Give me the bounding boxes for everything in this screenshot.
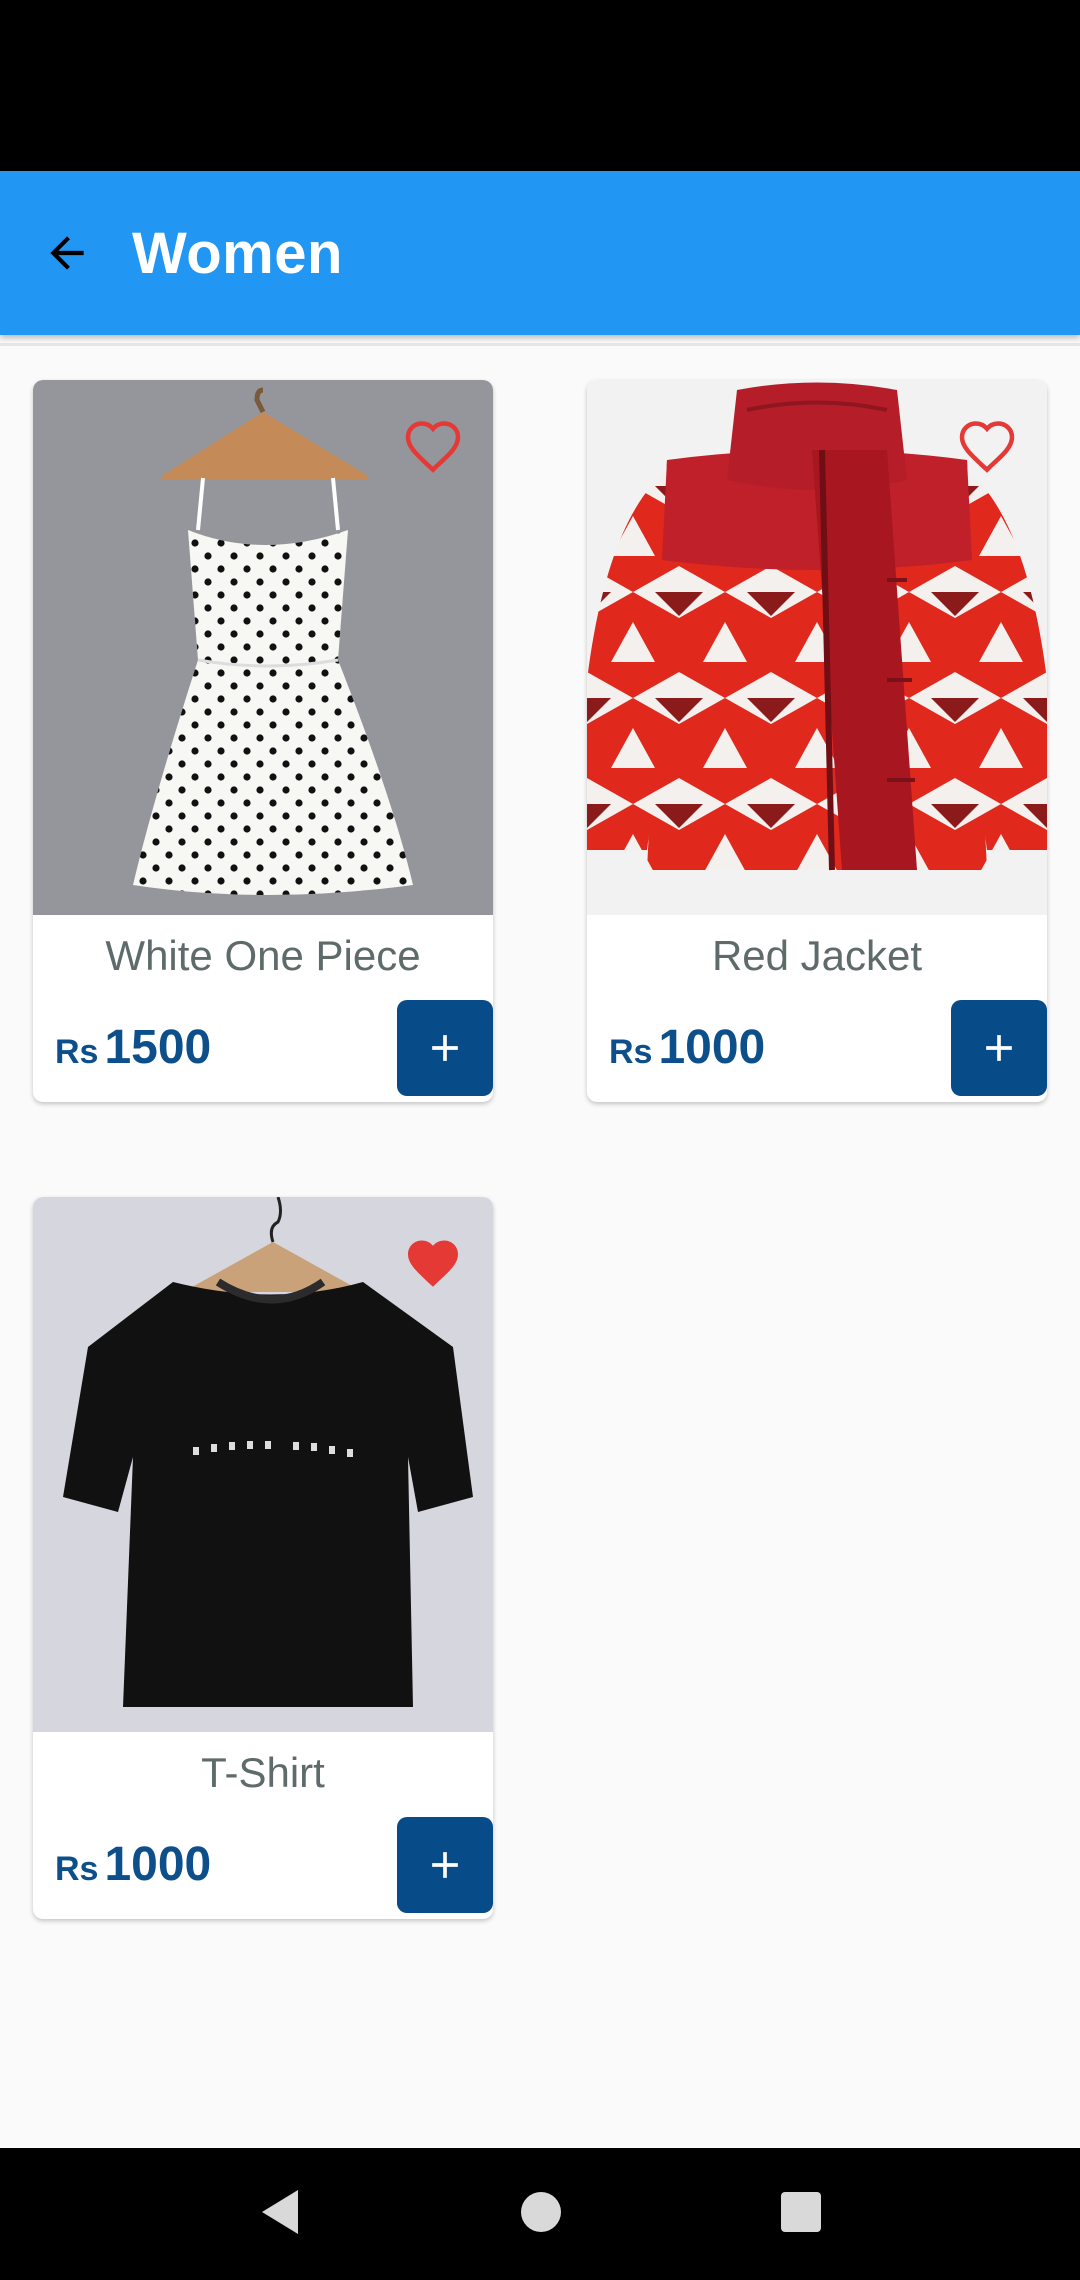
arrow-back-icon bbox=[50, 236, 84, 270]
plus-icon bbox=[432, 1852, 458, 1878]
system-navigation-bar bbox=[0, 2148, 1080, 2280]
product-card[interactable]: T-Shirt Rs 1000 bbox=[33, 1197, 493, 1919]
product-price: Rs 1000 bbox=[609, 1020, 765, 1075]
nav-back-button[interactable] bbox=[258, 2188, 302, 2241]
currency-label: Rs bbox=[55, 1850, 99, 1888]
home-circle-icon bbox=[520, 2191, 561, 2232]
nav-recents-button[interactable] bbox=[780, 2191, 822, 2238]
product-name: White One Piece bbox=[105, 932, 421, 979]
divider bbox=[0, 343, 1080, 346]
product-price: Rs 1000 bbox=[55, 1837, 211, 1892]
product-name: T-Shirt bbox=[201, 1749, 325, 1796]
product-name: Red Jacket bbox=[711, 932, 923, 979]
plus-icon bbox=[986, 1035, 1012, 1061]
status-bar bbox=[0, 0, 1080, 171]
favorite-button[interactable] bbox=[403, 418, 463, 474]
currency-label: Rs bbox=[609, 1033, 653, 1071]
app-bar: Women bbox=[0, 171, 1080, 335]
plus-icon bbox=[432, 1035, 458, 1061]
currency-label: Rs bbox=[55, 1033, 99, 1071]
nav-home-button[interactable] bbox=[519, 2190, 563, 2239]
favorite-button[interactable] bbox=[957, 418, 1017, 474]
heart-outline-icon bbox=[405, 421, 461, 473]
back-triangle-icon bbox=[262, 2189, 299, 2234]
add-to-cart-button[interactable] bbox=[951, 1000, 1047, 1096]
add-to-cart-button[interactable] bbox=[397, 1817, 493, 1913]
price-amount: 1000 bbox=[104, 1838, 212, 1891]
favorite-button[interactable] bbox=[403, 1235, 463, 1291]
recents-square-icon bbox=[780, 2191, 821, 2232]
heart-filled-icon bbox=[408, 1240, 458, 1287]
heart-outline-icon bbox=[959, 421, 1015, 473]
product-card[interactable]: White One Piece Rs 1500 bbox=[33, 380, 493, 1102]
back-button[interactable] bbox=[22, 208, 112, 298]
page-title: Women bbox=[132, 220, 343, 286]
product-card[interactable]: Red Jacket Rs 1000 bbox=[587, 380, 1047, 1102]
price-amount: 1500 bbox=[104, 1021, 212, 1074]
product-price: Rs 1500 bbox=[55, 1020, 211, 1075]
price-amount: 1000 bbox=[658, 1021, 766, 1074]
add-to-cart-button[interactable] bbox=[397, 1000, 493, 1096]
